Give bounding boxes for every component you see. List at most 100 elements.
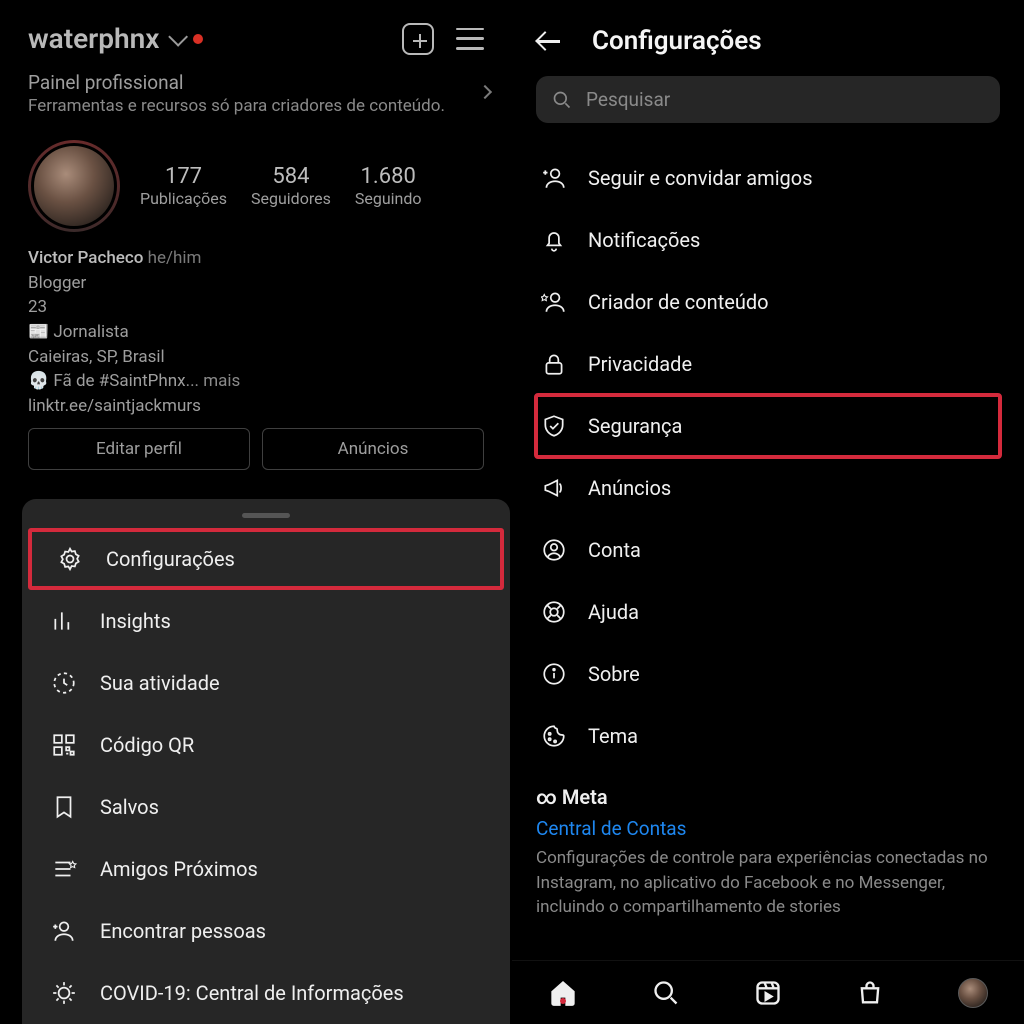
bio-more[interactable]: ... mais — [186, 371, 241, 391]
settings-item-label: Notificações — [588, 228, 700, 252]
sheet-item-close-friends[interactable]: Amigos Próximos — [22, 838, 510, 900]
settings-item-creator[interactable]: Criador de conteúdo — [536, 271, 1000, 333]
info-icon — [540, 660, 568, 688]
display-name: Victor Pacheco — [28, 248, 143, 268]
search-placeholder: Pesquisar — [586, 88, 670, 111]
sheet-item-label: Configurações — [106, 547, 235, 571]
sheet-item-label: COVID-19: Central de Informações — [100, 981, 404, 1005]
shield-icon — [540, 412, 568, 440]
add-person-icon — [540, 164, 568, 192]
meta-logo: ∞ Meta — [536, 785, 1000, 809]
bottom-tab-bar — [512, 960, 1024, 1024]
insights-icon — [50, 607, 78, 635]
settings-title: Configurações — [592, 26, 762, 56]
stat-followers[interactable]: 584 Seguidores — [251, 164, 331, 208]
menu-button[interactable] — [456, 28, 484, 50]
bio-line: Caieiras, SP, Brasil — [28, 345, 484, 370]
settings-item-help[interactable]: Ajuda — [536, 581, 1000, 643]
sheet-item-label: Sua atividade — [100, 671, 220, 695]
creator-icon — [540, 288, 568, 316]
bio-category: Blogger — [28, 271, 484, 296]
profile-avatar[interactable] — [28, 140, 120, 232]
tab-shop[interactable] — [855, 978, 885, 1008]
sheet-item-covid[interactable]: COVID-19: Central de Informações — [22, 962, 510, 1024]
profile-stats: 177 Publicações 584 Seguidores 1.680 Seg… — [0, 128, 512, 236]
sheet-item-label: Insights — [100, 609, 171, 633]
tab-reels[interactable] — [753, 978, 783, 1008]
chevron-down-icon — [169, 26, 189, 46]
sheet-item-label: Amigos Próximos — [100, 857, 258, 881]
back-button[interactable] — [536, 27, 564, 55]
stat-posts-value: 177 — [140, 164, 227, 189]
stat-posts[interactable]: 177 Publicações — [140, 164, 227, 208]
add-person-icon — [50, 917, 78, 945]
settings-item-label: Seguir e convidar amigos — [588, 166, 813, 190]
tab-profile[interactable] — [958, 978, 988, 1008]
professional-panel[interactable]: Painel profissional Ferramentas e recurs… — [0, 65, 512, 128]
settings-item-label: Segurança — [588, 414, 682, 438]
stat-following-label: Seguindo — [355, 189, 422, 208]
settings-item-follow-invite[interactable]: Seguir e convidar amigos — [536, 147, 1000, 209]
sheet-item-settings[interactable]: Configurações — [28, 528, 504, 590]
notification-dot-icon — [193, 34, 203, 44]
profile-screen: waterphnx Painel profissional Ferramenta… — [0, 0, 512, 1024]
profile-bio: Victor Pacheco he/him Blogger 23 📰 Jorna… — [0, 236, 512, 428]
sheet-item-qr[interactable]: Código QR — [22, 714, 510, 776]
stat-posts-label: Publicações — [140, 189, 227, 208]
profile-header: waterphnx — [0, 0, 512, 65]
settings-item-ads[interactable]: Anúncios — [536, 457, 1000, 519]
settings-item-label: Criador de conteúdo — [588, 290, 769, 314]
sheet-item-saved[interactable]: Salvos — [22, 776, 510, 838]
sheet-handle[interactable] — [242, 513, 290, 518]
settings-item-account[interactable]: Conta — [536, 519, 1000, 581]
settings-screen: Configurações Pesquisar Seguir e convida… — [512, 0, 1024, 1024]
menu-sheet: Configurações Insights Sua atividade Cód… — [22, 499, 510, 1024]
accounts-center-link[interactable]: Central de Contas — [536, 817, 1000, 840]
tab-home[interactable] — [548, 978, 578, 1008]
activity-icon — [50, 669, 78, 697]
sheet-item-find-people[interactable]: Encontrar pessoas — [22, 900, 510, 962]
settings-item-theme[interactable]: Tema — [536, 705, 1000, 767]
gear-icon — [56, 545, 84, 573]
settings-item-label: Ajuda — [588, 600, 639, 624]
sheet-item-label: Código QR — [100, 733, 194, 757]
username-dropdown[interactable]: waterphnx — [28, 22, 203, 55]
professional-panel-title: Painel profissional — [28, 71, 484, 94]
stat-following[interactable]: 1.680 Seguindo — [355, 164, 422, 208]
professional-panel-subtitle: Ferramentas e recursos só para criadores… — [28, 96, 484, 116]
ads-button[interactable]: Anúncios — [262, 428, 484, 470]
search-input[interactable]: Pesquisar — [536, 76, 1000, 123]
settings-list: Seguir e convidar amigos Notificações Cr… — [512, 147, 1024, 767]
meta-description: Configurações de controle para experiênc… — [536, 846, 1000, 920]
settings-item-label: Sobre — [588, 662, 640, 686]
search-icon — [552, 90, 572, 110]
settings-header: Configurações — [512, 0, 1024, 76]
stat-followers-label: Seguidores — [251, 189, 331, 208]
settings-item-label: Anúncios — [588, 476, 671, 500]
help-icon — [540, 598, 568, 626]
tab-search[interactable] — [651, 978, 681, 1008]
lock-icon — [540, 350, 568, 378]
account-icon — [540, 536, 568, 564]
settings-item-security[interactable]: Segurança — [536, 395, 1000, 457]
tab-active-dot-icon — [560, 998, 566, 1004]
bookmark-icon — [50, 793, 78, 821]
bio-line: 💀 Fã de #SaintPhnx — [28, 371, 186, 391]
edit-profile-button[interactable]: Editar perfil — [28, 428, 250, 470]
sheet-item-insights[interactable]: Insights — [22, 590, 510, 652]
bio-line: 23 — [28, 295, 484, 320]
qr-icon — [50, 731, 78, 759]
pronouns: he/him — [148, 248, 202, 268]
settings-item-label: Privacidade — [588, 352, 692, 376]
sheet-item-activity[interactable]: Sua atividade — [22, 652, 510, 714]
theme-icon — [540, 722, 568, 750]
settings-item-privacy[interactable]: Privacidade — [536, 333, 1000, 395]
bio-link[interactable]: linktr.ee/saintjackmurs — [28, 394, 484, 419]
settings-item-about[interactable]: Sobre — [536, 643, 1000, 705]
stat-followers-value: 584 — [251, 164, 331, 189]
settings-item-label: Conta — [588, 538, 641, 562]
settings-item-notifications[interactable]: Notificações — [536, 209, 1000, 271]
profile-action-row: Editar perfil Anúncios — [0, 428, 512, 478]
sheet-item-label: Salvos — [100, 795, 159, 819]
create-post-button[interactable] — [402, 23, 434, 55]
